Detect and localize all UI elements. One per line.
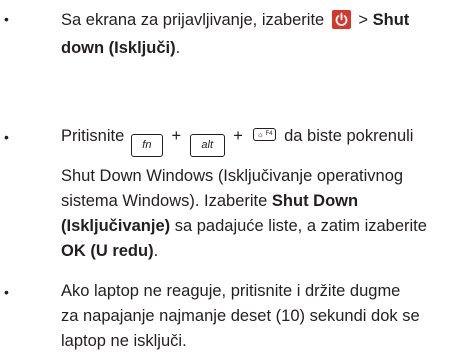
item-3-line-1: Ako laptop ne reaguje, pritisnite i drži… bbox=[61, 282, 401, 300]
item-3-line-2: za napajanje najmanje deset (10) sekundi… bbox=[61, 307, 420, 325]
item-2-line-1: Pritisnite fn + alt + ☼ F4 da biste pokr… bbox=[61, 128, 413, 157]
item-2-line-3: sistema Windows). Izaberite Shut Down bbox=[61, 192, 359, 210]
power-icon bbox=[331, 10, 351, 29]
item-2-line-4: (Isključivanje) sa padajuće liste, a zat… bbox=[61, 217, 427, 235]
item-2-line-2: Shut Down Windows (Isključivanje operati… bbox=[61, 167, 404, 185]
bullet-1: • bbox=[4, 11, 9, 27]
bullet-2: • bbox=[4, 129, 9, 145]
item-2-line-5: OK (U redu). bbox=[61, 242, 159, 260]
item-1-line-1: Sa ekrana za prijavljivanje, izaberite >… bbox=[61, 10, 410, 29]
alt-key: alt bbox=[189, 134, 225, 157]
brightness-icon: ☼ bbox=[256, 130, 264, 139]
item-3-line-3: laptop ne isključi. bbox=[61, 332, 187, 350]
fn-key: fn bbox=[130, 134, 163, 157]
f4-key: ☼ F4 bbox=[252, 128, 276, 141]
item-1-line-2: down (Isključi). bbox=[61, 39, 181, 57]
bullet-3: • bbox=[4, 284, 9, 300]
